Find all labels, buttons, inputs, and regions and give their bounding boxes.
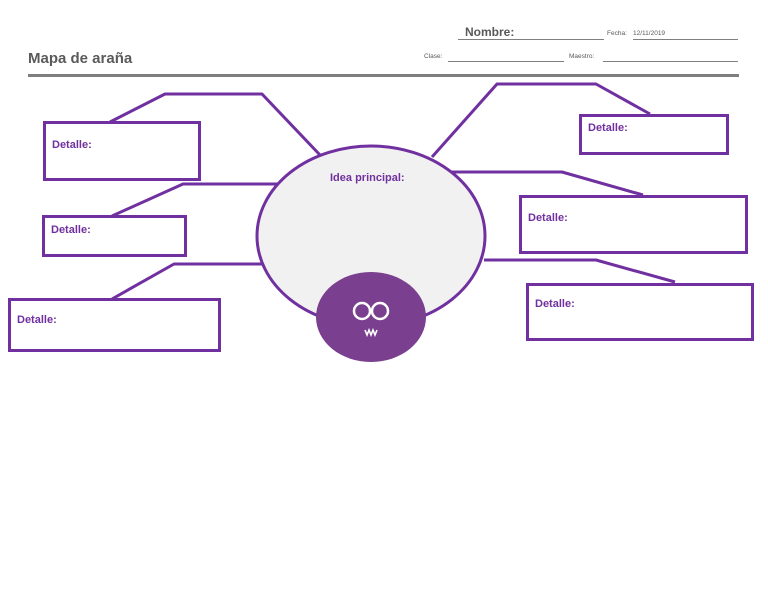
leg-bottom-left bbox=[111, 262, 262, 301]
detail-box-mid-right[interactable]: Detalle: bbox=[519, 195, 748, 254]
detail-box-bottom-left[interactable]: Detalle: bbox=[8, 298, 221, 352]
detail-box-top-right[interactable]: Detalle: bbox=[579, 114, 729, 155]
detail-label: Detalle: bbox=[528, 212, 568, 224]
central-idea-label: Idea principal: bbox=[330, 172, 405, 184]
detail-label: Detalle: bbox=[52, 139, 92, 151]
leg-mid-left bbox=[111, 182, 278, 218]
detail-label: Detalle: bbox=[51, 224, 91, 236]
leg-mid-right bbox=[452, 170, 644, 197]
detail-label: Detalle: bbox=[588, 122, 628, 134]
detail-box-top-left[interactable]: Detalle: bbox=[43, 121, 201, 181]
spider-face-icon bbox=[316, 272, 426, 362]
detail-label: Detalle: bbox=[535, 298, 575, 310]
detail-box-bottom-right[interactable]: Detalle: bbox=[526, 283, 754, 341]
detail-box-mid-left[interactable]: Detalle: bbox=[42, 215, 187, 257]
detail-label: Detalle: bbox=[17, 314, 57, 326]
leg-bottom-right bbox=[484, 258, 676, 284]
